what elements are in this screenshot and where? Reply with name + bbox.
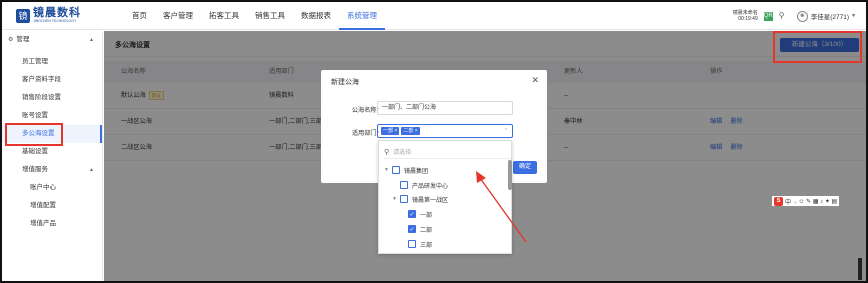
annotation-arrow — [476, 171, 527, 243]
ime-label: 中 — [785, 199, 792, 206]
arrow-head — [476, 171, 486, 183]
arrow-line — [479, 177, 527, 243]
sogou-icon: S — [774, 196, 783, 206]
ime-toolbar[interactable]: S 中 ·, ☺ ✎ ▦ ♪ ✦ ▤ — [772, 196, 840, 206]
ime-extras: ·, ☺ ✎ ▦ ♪ ✦ ▤ — [793, 198, 838, 205]
window-edge-bar — [858, 258, 862, 280]
